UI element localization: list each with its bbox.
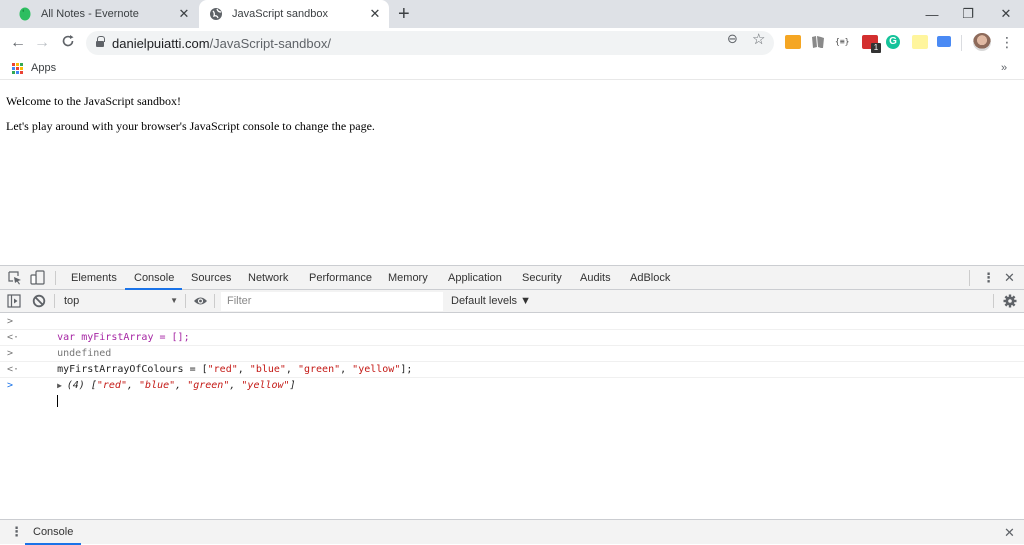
bookmarks-overflow-button[interactable]: » <box>1001 62 1007 74</box>
tab-adblock[interactable]: AdBlock <box>630 266 670 290</box>
device-toolbar-icon[interactable] <box>30 270 46 289</box>
tab-console[interactable]: Console <box>125 266 183 290</box>
output-arrow-icon: <· <box>7 332 20 343</box>
minimize-button[interactable]: — <box>912 0 952 28</box>
page-content: Welcome to the JavaScript sandbox! Let's… <box>0 81 1024 265</box>
drawer-menu-icon[interactable]: ⋮ <box>10 524 23 540</box>
console-prompt-line[interactable]: > <box>0 378 1024 407</box>
browser-toolbar: ← → danielpuiatti.com/JavaScript-sandbox… <box>0 28 1024 58</box>
apps-bookmark[interactable]: Apps <box>31 62 56 74</box>
console-toolbar: top ▼ Filter Default levels ▼ <box>0 290 1024 313</box>
url-domain: danielpuiatti.com <box>112 35 210 51</box>
reload-icon <box>62 35 74 47</box>
toolbar-divider <box>185 294 186 308</box>
globe-icon <box>209 7 223 21</box>
extension-book-icon[interactable] <box>810 35 826 49</box>
url-text: danielpuiatti.com/JavaScript-sandbox/ <box>112 36 331 51</box>
apps-icon[interactable] <box>12 63 23 74</box>
devtools-drawer: ⋮ Console ✕ <box>0 519 1024 545</box>
tab-javascript-sandbox[interactable]: JavaScript sandbox ✕ <box>199 0 389 28</box>
devtools-menu-icon[interactable]: ⋮ <box>982 270 995 286</box>
extension-badge: 1 <box>871 43 881 53</box>
bookmarks-bar: Apps » <box>0 58 1024 80</box>
toolbar-divider <box>55 271 56 285</box>
extension-sticky-note-icon[interactable] <box>912 35 928 49</box>
bookmark-star-icon[interactable]: ☆ <box>752 30 765 48</box>
show-sidebar-icon[interactable] <box>7 294 21 311</box>
filter-input[interactable]: Filter <box>221 292 443 311</box>
active-prompt-icon: > <box>7 380 14 391</box>
extension-blue-tag-icon[interactable] <box>937 36 951 47</box>
console-input-line: > myFirstArrayOfColours = ["red", "blue",… <box>0 346 1024 375</box>
extension-json-icon[interactable]: {≡} <box>835 35 851 49</box>
clear-console-icon[interactable] <box>32 294 46 311</box>
toolbar-divider <box>993 294 994 308</box>
console-input-line: > var myFirstArray = []; <box>0 314 1024 343</box>
zoom-icon[interactable]: ⊖ <box>727 31 738 47</box>
context-selector[interactable]: top ▼ <box>58 290 182 312</box>
output-arrow-icon: <· <box>7 364 20 375</box>
toolbar-divider <box>54 294 55 308</box>
tab-memory[interactable]: Memory <box>388 266 428 290</box>
input-prompt-icon: > <box>7 316 14 327</box>
extension-lastpass-icon[interactable]: 1 <box>862 35 881 53</box>
drawer-tab-console[interactable]: Console <box>25 520 82 545</box>
profile-avatar[interactable] <box>973 33 991 51</box>
new-tab-button[interactable]: + <box>398 4 410 24</box>
console-output: > var myFirstArray = []; <· undefined > myF… <box>0 314 1024 407</box>
tab-security[interactable]: Security <box>522 266 562 290</box>
inspect-element-icon[interactable] <box>8 271 22 288</box>
live-expression-eye-icon[interactable] <box>193 294 208 311</box>
back-button[interactable]: ← <box>8 33 28 53</box>
toolbar-divider <box>214 294 215 308</box>
devtools-tab-bar: Elements Console Sources Network Perform… <box>0 266 1024 290</box>
toolbar-divider <box>969 270 970 286</box>
chrome-menu-icon[interactable]: ⋮ <box>1000 34 1014 50</box>
console-output-line: <· undefined <box>0 330 1024 359</box>
address-bar[interactable]: danielpuiatti.com/JavaScript-sandbox/ <box>86 31 774 55</box>
log-levels-dropdown[interactable]: Default levels ▼ <box>451 290 531 312</box>
close-tab-icon[interactable]: ✕ <box>367 6 383 22</box>
context-value: top <box>64 295 80 307</box>
input-prompt-icon: > <box>7 348 14 359</box>
tab-title: JavaScript sandbox <box>232 8 328 20</box>
devtools-panel: Elements Console Sources Network Perform… <box>0 265 1024 544</box>
tab-title: All Notes - Evernote <box>41 8 139 20</box>
tab-strip: All Notes - Evernote ✕ JavaScript sandbo… <box>0 0 1024 28</box>
tab-sources[interactable]: Sources <box>191 266 231 290</box>
console-settings-gear-icon[interactable] <box>1003 294 1017 311</box>
toolbar-divider <box>961 35 962 51</box>
grammarly-icon[interactable]: G <box>886 35 900 49</box>
close-window-button[interactable]: ✕ <box>986 0 1024 28</box>
close-tab-icon[interactable]: ✕ <box>176 6 192 22</box>
tab-elements[interactable]: Elements <box>71 266 117 290</box>
lock-icon <box>96 35 105 48</box>
tab-application[interactable]: Application <box>448 266 502 290</box>
restore-button[interactable]: ❐ <box>948 0 988 28</box>
text-caret <box>57 395 59 407</box>
url-path: /JavaScript-sandbox/ <box>209 35 331 51</box>
tab-performance[interactable]: Performance <box>309 266 372 290</box>
welcome-text: Welcome to the JavaScript sandbox! <box>6 94 181 108</box>
evernote-icon <box>18 7 32 21</box>
tab-network[interactable]: Network <box>248 266 288 290</box>
reload-button[interactable] <box>58 33 78 53</box>
console-result-line[interactable]: <· ▶ (4) ["red", "blue", "green", "yellow… <box>0 362 1024 391</box>
tab-audits[interactable]: Audits <box>580 266 611 290</box>
intro-text: Let's play around with your browser's Ja… <box>6 119 375 133</box>
close-drawer-icon[interactable]: ✕ <box>1004 525 1015 541</box>
forward-button[interactable]: → <box>32 33 52 53</box>
extension-orange-icon[interactable] <box>785 35 801 49</box>
dropdown-arrow-icon: ▼ <box>170 296 178 305</box>
tab-evernote[interactable]: All Notes - Evernote ✕ <box>8 0 198 28</box>
close-devtools-icon[interactable]: ✕ <box>1004 270 1015 286</box>
